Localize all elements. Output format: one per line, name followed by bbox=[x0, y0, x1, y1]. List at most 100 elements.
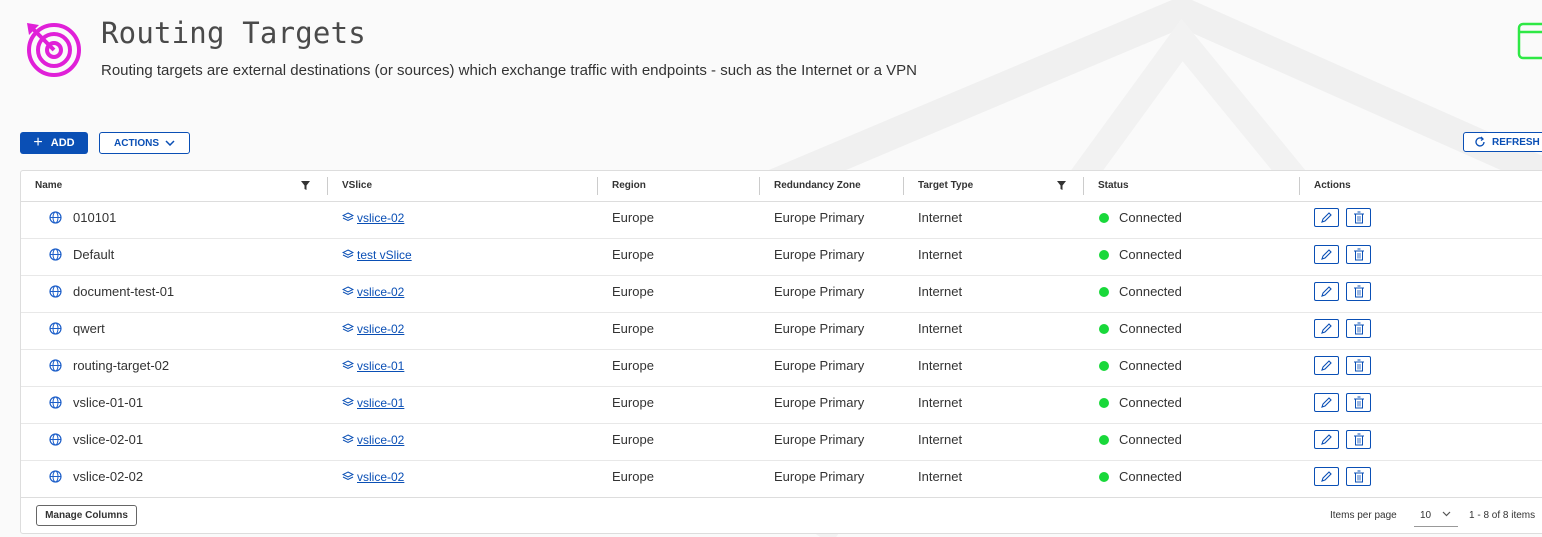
cell-target-type: Internet bbox=[918, 210, 963, 225]
page-subtitle: Routing targets are external destination… bbox=[101, 62, 917, 79]
cell-target-type: Internet bbox=[918, 321, 963, 336]
trash-icon bbox=[1353, 322, 1364, 335]
edit-button[interactable] bbox=[1314, 245, 1339, 264]
pagination-text: 1 - 8 of 8 items bbox=[1469, 510, 1536, 521]
pencil-icon bbox=[1321, 286, 1332, 297]
vslice-link[interactable]: vslice-01 bbox=[357, 359, 404, 373]
panel-icon[interactable] bbox=[1517, 20, 1542, 60]
column-header-target-type[interactable]: Target Type bbox=[904, 171, 973, 201]
status-indicator bbox=[1099, 472, 1109, 482]
trash-icon bbox=[1353, 359, 1364, 372]
cell-region: Europe bbox=[612, 321, 654, 336]
cell-vslice: vslice-02 bbox=[341, 275, 404, 312]
add-button-label: ADD bbox=[50, 137, 75, 149]
globe-icon bbox=[49, 211, 62, 224]
status-indicator bbox=[1099, 361, 1109, 371]
refresh-button[interactable]: REFRESH bbox=[1463, 132, 1542, 152]
column-header-status[interactable]: Status bbox=[1084, 171, 1129, 201]
chevron-down-icon bbox=[1442, 511, 1451, 517]
cell-vslice: vslice-02 bbox=[341, 312, 404, 349]
delete-button[interactable] bbox=[1346, 319, 1371, 338]
table-row[interactable]: Default test vSlice Europe Europe Primar… bbox=[21, 238, 1542, 276]
cell-redundancy-zone: Europe Primary bbox=[774, 284, 865, 299]
table-row[interactable]: vslice-01-01 vslice-01 Europe Europe Pri… bbox=[21, 386, 1542, 424]
plus-icon: + bbox=[33, 133, 43, 151]
vslice-link[interactable]: test vSlice bbox=[357, 248, 412, 262]
delete-button[interactable] bbox=[1346, 467, 1371, 486]
edit-button[interactable] bbox=[1314, 208, 1339, 227]
pencil-icon bbox=[1321, 249, 1332, 260]
filter-icon[interactable] bbox=[301, 181, 310, 190]
edit-button[interactable] bbox=[1314, 430, 1339, 449]
cell-name: document-test-01 bbox=[73, 284, 175, 299]
cell-region: Europe bbox=[612, 284, 654, 299]
table-row[interactable]: document-test-01 vslice-02 Europe Europe… bbox=[21, 275, 1542, 313]
delete-button[interactable] bbox=[1346, 208, 1371, 227]
pencil-icon bbox=[1321, 212, 1332, 223]
table-row[interactable]: qwert vslice-02 Europe Europe Primary In… bbox=[21, 312, 1542, 350]
vslice-link[interactable]: vslice-01 bbox=[357, 396, 404, 410]
pencil-icon bbox=[1321, 397, 1332, 408]
grid-header: Name VSlice Region Redundancy Zone Targe… bbox=[21, 171, 1542, 202]
globe-icon bbox=[49, 359, 62, 372]
column-header-region[interactable]: Region bbox=[598, 171, 646, 201]
vslice-link[interactable]: vslice-02 bbox=[357, 285, 404, 299]
cell-redundancy-zone: Europe Primary bbox=[774, 395, 865, 410]
delete-button[interactable] bbox=[1346, 430, 1371, 449]
filter-icon[interactable] bbox=[1057, 181, 1066, 190]
vslice-link[interactable]: vslice-02 bbox=[357, 433, 404, 447]
status-indicator bbox=[1099, 287, 1109, 297]
trash-icon bbox=[1353, 433, 1364, 446]
delete-button[interactable] bbox=[1346, 245, 1371, 264]
layers-icon bbox=[341, 397, 355, 407]
layers-icon bbox=[341, 434, 355, 444]
cell-redundancy-zone: Europe Primary bbox=[774, 247, 865, 262]
trash-icon bbox=[1353, 396, 1364, 409]
edit-button[interactable] bbox=[1314, 282, 1339, 301]
delete-button[interactable] bbox=[1346, 282, 1371, 301]
status-indicator bbox=[1099, 250, 1109, 260]
vslice-link[interactable]: vslice-02 bbox=[357, 322, 404, 336]
column-header-vslice[interactable]: VSlice bbox=[328, 171, 372, 201]
vslice-link[interactable]: vslice-02 bbox=[357, 470, 404, 484]
delete-button[interactable] bbox=[1346, 356, 1371, 375]
cell-region: Europe bbox=[612, 247, 654, 262]
add-button[interactable]: + ADD bbox=[20, 132, 88, 154]
refresh-icon bbox=[1475, 136, 1485, 147]
cell-status: Connected bbox=[1119, 395, 1182, 410]
cell-status: Connected bbox=[1119, 469, 1182, 484]
cell-redundancy-zone: Europe Primary bbox=[774, 469, 865, 484]
globe-icon bbox=[49, 470, 62, 483]
table-row[interactable]: routing-target-02 vslice-01 Europe Europ… bbox=[21, 349, 1542, 387]
edit-button[interactable] bbox=[1314, 467, 1339, 486]
refresh-label: REFRESH bbox=[1492, 136, 1540, 148]
table-row[interactable]: vslice-02-02 vslice-02 Europe Europe Pri… bbox=[21, 460, 1542, 498]
chevron-down-icon bbox=[165, 140, 175, 146]
actions-label: ACTIONS bbox=[114, 137, 159, 149]
trash-icon bbox=[1353, 285, 1364, 298]
pencil-icon bbox=[1321, 471, 1332, 482]
layers-icon bbox=[341, 212, 355, 222]
cell-region: Europe bbox=[612, 358, 654, 373]
pencil-icon bbox=[1321, 360, 1332, 371]
items-per-page-label: Items per page bbox=[1330, 510, 1397, 521]
column-header-name[interactable]: Name bbox=[21, 171, 62, 201]
cell-name: qwert bbox=[73, 321, 105, 336]
cell-status: Connected bbox=[1119, 210, 1182, 225]
column-header-redundancy-zone[interactable]: Redundancy Zone bbox=[760, 171, 861, 201]
manage-columns-button[interactable]: Manage Columns bbox=[36, 505, 137, 526]
cell-region: Europe bbox=[612, 395, 654, 410]
cell-status: Connected bbox=[1119, 432, 1182, 447]
edit-button[interactable] bbox=[1314, 393, 1339, 412]
cell-name: Default bbox=[73, 247, 115, 262]
vslice-link[interactable]: vslice-02 bbox=[357, 211, 404, 225]
edit-button[interactable] bbox=[1314, 319, 1339, 338]
delete-button[interactable] bbox=[1346, 393, 1371, 412]
cell-vslice: vslice-01 bbox=[341, 386, 404, 423]
table-row[interactable]: vslice-02-01 vslice-02 Europe Europe Pri… bbox=[21, 423, 1542, 461]
edit-button[interactable] bbox=[1314, 356, 1339, 375]
table-row[interactable]: 010101 vslice-02 Europe Europe Primary I… bbox=[21, 201, 1542, 239]
actions-dropdown[interactable]: ACTIONS bbox=[99, 132, 190, 154]
items-per-page-value: 10 bbox=[1420, 510, 1432, 521]
items-per-page-select[interactable]: 10 bbox=[1414, 504, 1458, 527]
